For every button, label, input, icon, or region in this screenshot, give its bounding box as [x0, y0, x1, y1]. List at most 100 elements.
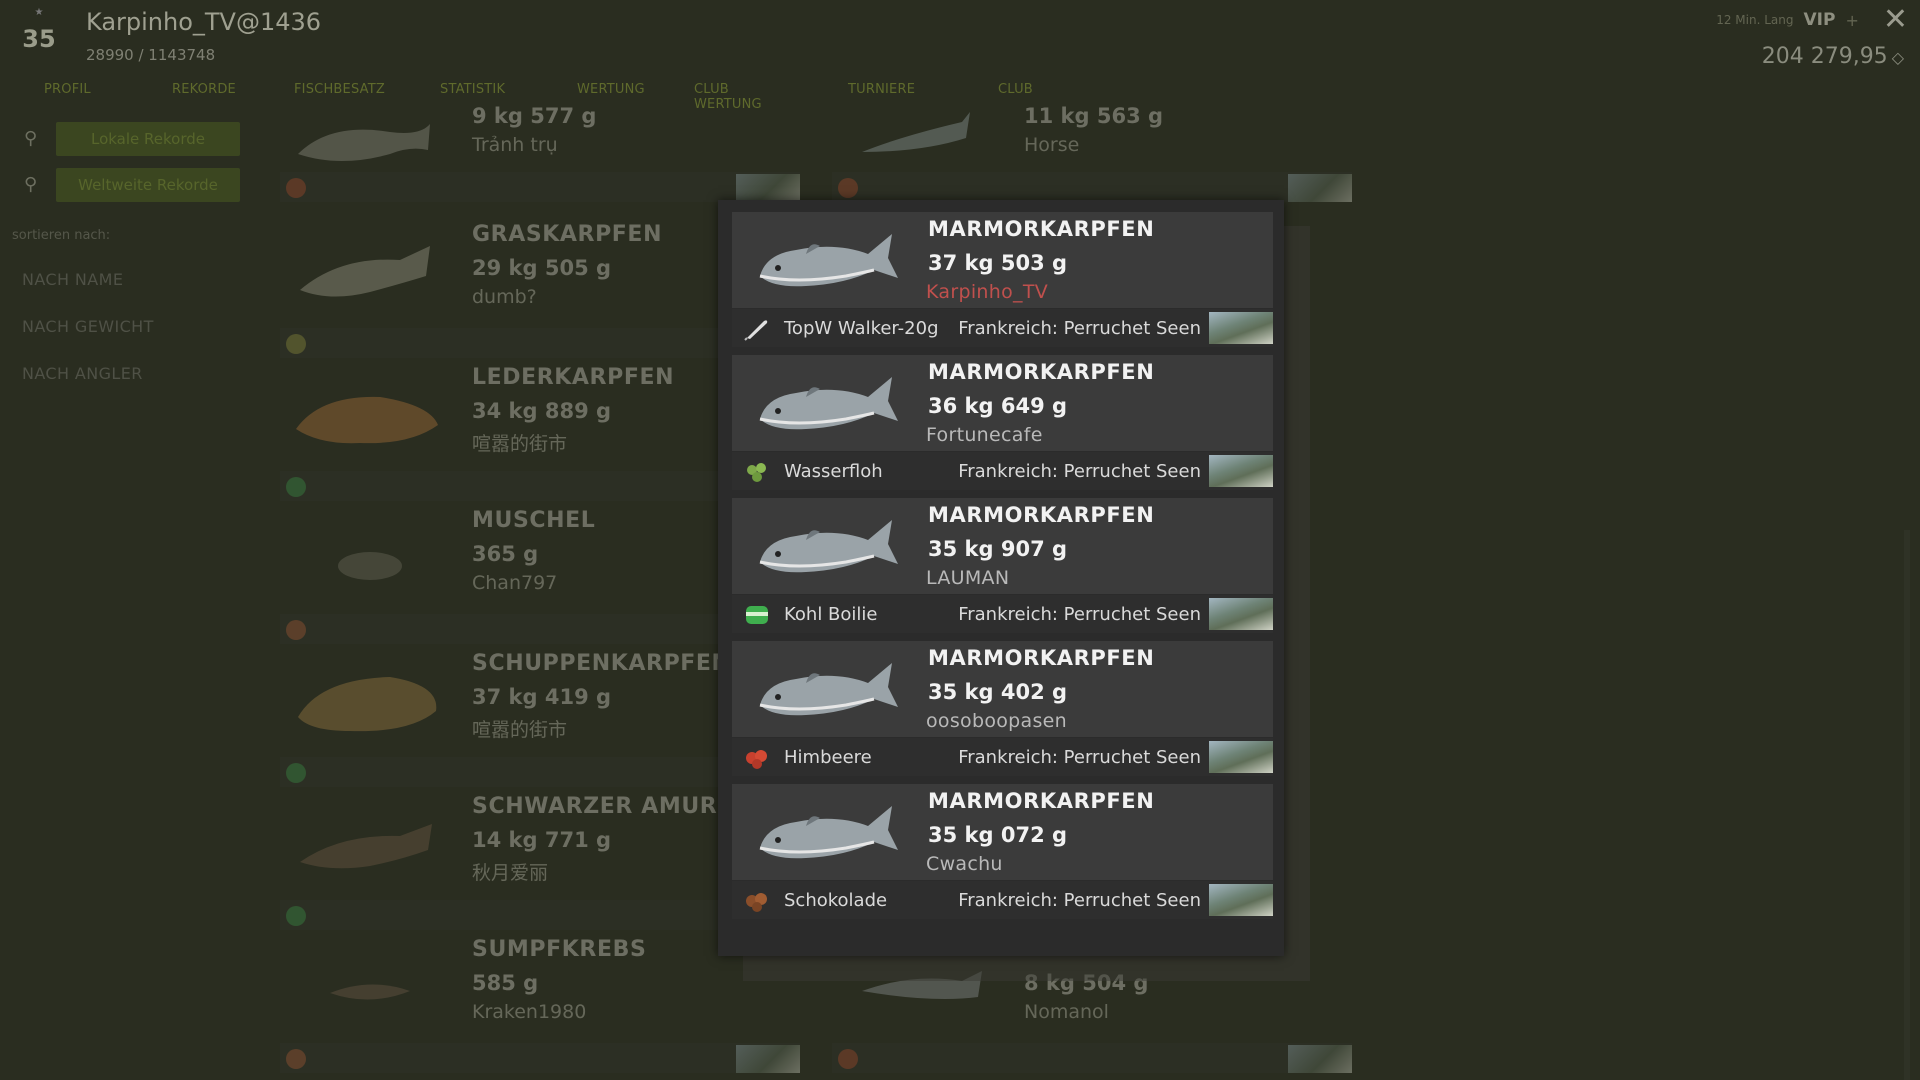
record-angler: 喧嚣的街市	[472, 719, 568, 741]
bighead-carp-icon	[759, 234, 898, 287]
location-pin-icon: ⚲	[24, 174, 38, 195]
bait-icon	[286, 763, 306, 783]
bait-icon	[286, 1049, 306, 1069]
record-card[interactable]: MARMORKARPFEN 35 kg 402 g oosoboopasen H…	[732, 641, 1273, 777]
record-weight: 585 g	[472, 971, 539, 995]
fish-icon	[862, 112, 970, 152]
record-weight: 37 kg 503 g	[928, 251, 1068, 275]
record-species: LEDERKARPFEN	[472, 365, 675, 390]
location-thumbnail	[1209, 312, 1273, 344]
location-thumbnail	[1209, 598, 1273, 630]
fish-icon	[300, 824, 432, 869]
record-angler: 喧嚣的街市	[472, 433, 568, 455]
location-pin-icon: ⚲	[24, 128, 38, 149]
money-value: 204 279,95	[1761, 44, 1888, 69]
location-thumbnail	[736, 1045, 800, 1073]
record-card[interactable]: MARMORKARPFEN 36 kg 649 g Fortunecafe Wa…	[732, 355, 1273, 491]
record-weight: 35 kg 402 g	[928, 680, 1068, 704]
record-species: MARMORKARPFEN	[928, 503, 1155, 527]
record-bait: Wasserfloh	[784, 461, 883, 482]
record-bar	[280, 1043, 800, 1073]
sort-by-name[interactable]: NACH NAME	[22, 270, 123, 289]
money-display: 204 279,95 ◇	[1762, 44, 1904, 69]
water-flea-icon	[747, 463, 766, 482]
record-card[interactable]: MARMORKARPFEN 37 kg 503 g Karpinho_TV To…	[732, 212, 1273, 348]
tab-rekorde[interactable]: REKORDE	[172, 82, 236, 97]
record-weight: 35 kg 907 g	[928, 537, 1068, 561]
bait-icon	[286, 477, 306, 497]
vip-duration: 12 Min. Lang	[1716, 13, 1794, 27]
record-weight: 14 kg 771 g	[472, 828, 612, 852]
record-angler: Chan797	[472, 572, 558, 594]
record-tile[interactable]: SUMPFKREBS 585 g Kraken1980	[280, 937, 800, 1080]
fish-icon	[298, 124, 430, 161]
bait-icon	[838, 1049, 858, 1069]
scrollbar[interactable]	[1904, 530, 1910, 1080]
record-angler: Nomanol	[1024, 1001, 1109, 1023]
sort-label: sortieren nach:	[12, 228, 111, 243]
record-angler[interactable]: Karpinho_TV	[926, 281, 1048, 303]
record-weight: 36 kg 649 g	[928, 394, 1068, 418]
level-value: 35	[22, 25, 56, 53]
top-right-bar: 12 Min. Lang VIP + ✕	[1716, 4, 1908, 36]
record-angler[interactable]: Cwachu	[926, 853, 1003, 875]
record-angler[interactable]: LAUMAN	[926, 567, 1009, 589]
record-location: Frankreich: Perruchet Seen	[958, 461, 1201, 482]
bait-icon	[286, 620, 306, 640]
record-species: GRASKARPFEN	[472, 222, 663, 247]
record-bait: Himbeere	[784, 747, 872, 768]
record-species: SCHUPPENKARPFEN	[472, 651, 731, 676]
bighead-carp-icon	[759, 806, 898, 859]
record-location: Frankreich: Perruchet Seen	[958, 747, 1201, 768]
record-card[interactable]: MARMORKARPFEN 35 kg 907 g LAUMAN Kohl Bo…	[732, 498, 1273, 634]
record-weight: 365 g	[472, 542, 539, 566]
bait-icon	[838, 178, 858, 198]
vip-plus-icon[interactable]: +	[1845, 11, 1858, 30]
sort-by-weight[interactable]: NACH GEWICHT	[22, 317, 154, 336]
record-angler[interactable]: Fortunecafe	[926, 424, 1043, 446]
record-bar	[832, 172, 1352, 202]
close-icon[interactable]: ✕	[1883, 5, 1908, 35]
bait-icon	[286, 906, 306, 926]
location-thumbnail	[1288, 174, 1352, 202]
record-species: SUMPFKREBS	[472, 937, 647, 962]
record-species: MARMORKARPFEN	[928, 217, 1155, 241]
level-badge: ★ 35	[18, 8, 60, 60]
vip-label[interactable]: VIP	[1804, 10, 1836, 30]
raspberry-icon	[746, 750, 767, 769]
record-bar	[280, 172, 800, 202]
sort-by-angler[interactable]: NACH ANGLER	[22, 364, 143, 383]
fish-icon	[298, 677, 437, 732]
record-angler: Horse	[1024, 134, 1080, 156]
record-weight: 37 kg 419 g	[472, 685, 612, 709]
record-card[interactable]: MARMORKARPFEN 35 kg 072 g Cwachu Schokol…	[732, 784, 1273, 920]
record-weight: 11 kg 563 g	[1024, 104, 1164, 128]
record-species: MARMORKARPFEN	[928, 789, 1155, 813]
record-location: Frankreich: Perruchet Seen	[958, 604, 1201, 625]
location-thumbnail	[1209, 884, 1273, 916]
location-thumbnail	[1209, 741, 1273, 773]
species-records-popup: MARMORKARPFEN 37 kg 503 g Karpinho_TV To…	[718, 200, 1284, 956]
location-thumbnail	[1209, 455, 1273, 487]
record-species: MARMORKARPFEN	[928, 646, 1155, 670]
record-location: Frankreich: Perruchet Seen	[958, 318, 1201, 339]
record-bait: Kohl Boilie	[784, 604, 878, 625]
record-species: MARMORKARPFEN	[928, 360, 1155, 384]
local-records-button[interactable]: Lokale Rekorde	[56, 122, 240, 156]
tab-profil[interactable]: PROFIL	[44, 82, 91, 97]
world-records-button[interactable]: Weltweite Rekorde	[56, 168, 240, 202]
record-angler: Kraken1980	[472, 1001, 587, 1023]
level-star-icon: ★	[34, 7, 44, 18]
record-bait: Schokolade	[784, 890, 888, 911]
record-angler: 秋月爱丽	[472, 862, 549, 884]
crayfish-icon	[330, 984, 410, 1000]
currency-icon: ◇	[1891, 48, 1904, 67]
record-angler[interactable]: oosoboopasen	[926, 710, 1067, 732]
record-bait: TopW Walker-20g	[784, 318, 939, 339]
record-weight: 34 kg 889 g	[472, 399, 612, 423]
bighead-carp-icon	[759, 663, 898, 716]
record-species: SCHWARZER AMUR	[472, 794, 718, 819]
player-name: Karpinho_TV@1436	[86, 8, 322, 36]
bighead-carp-icon	[759, 520, 898, 573]
chocolate-pellet-icon	[746, 893, 767, 912]
